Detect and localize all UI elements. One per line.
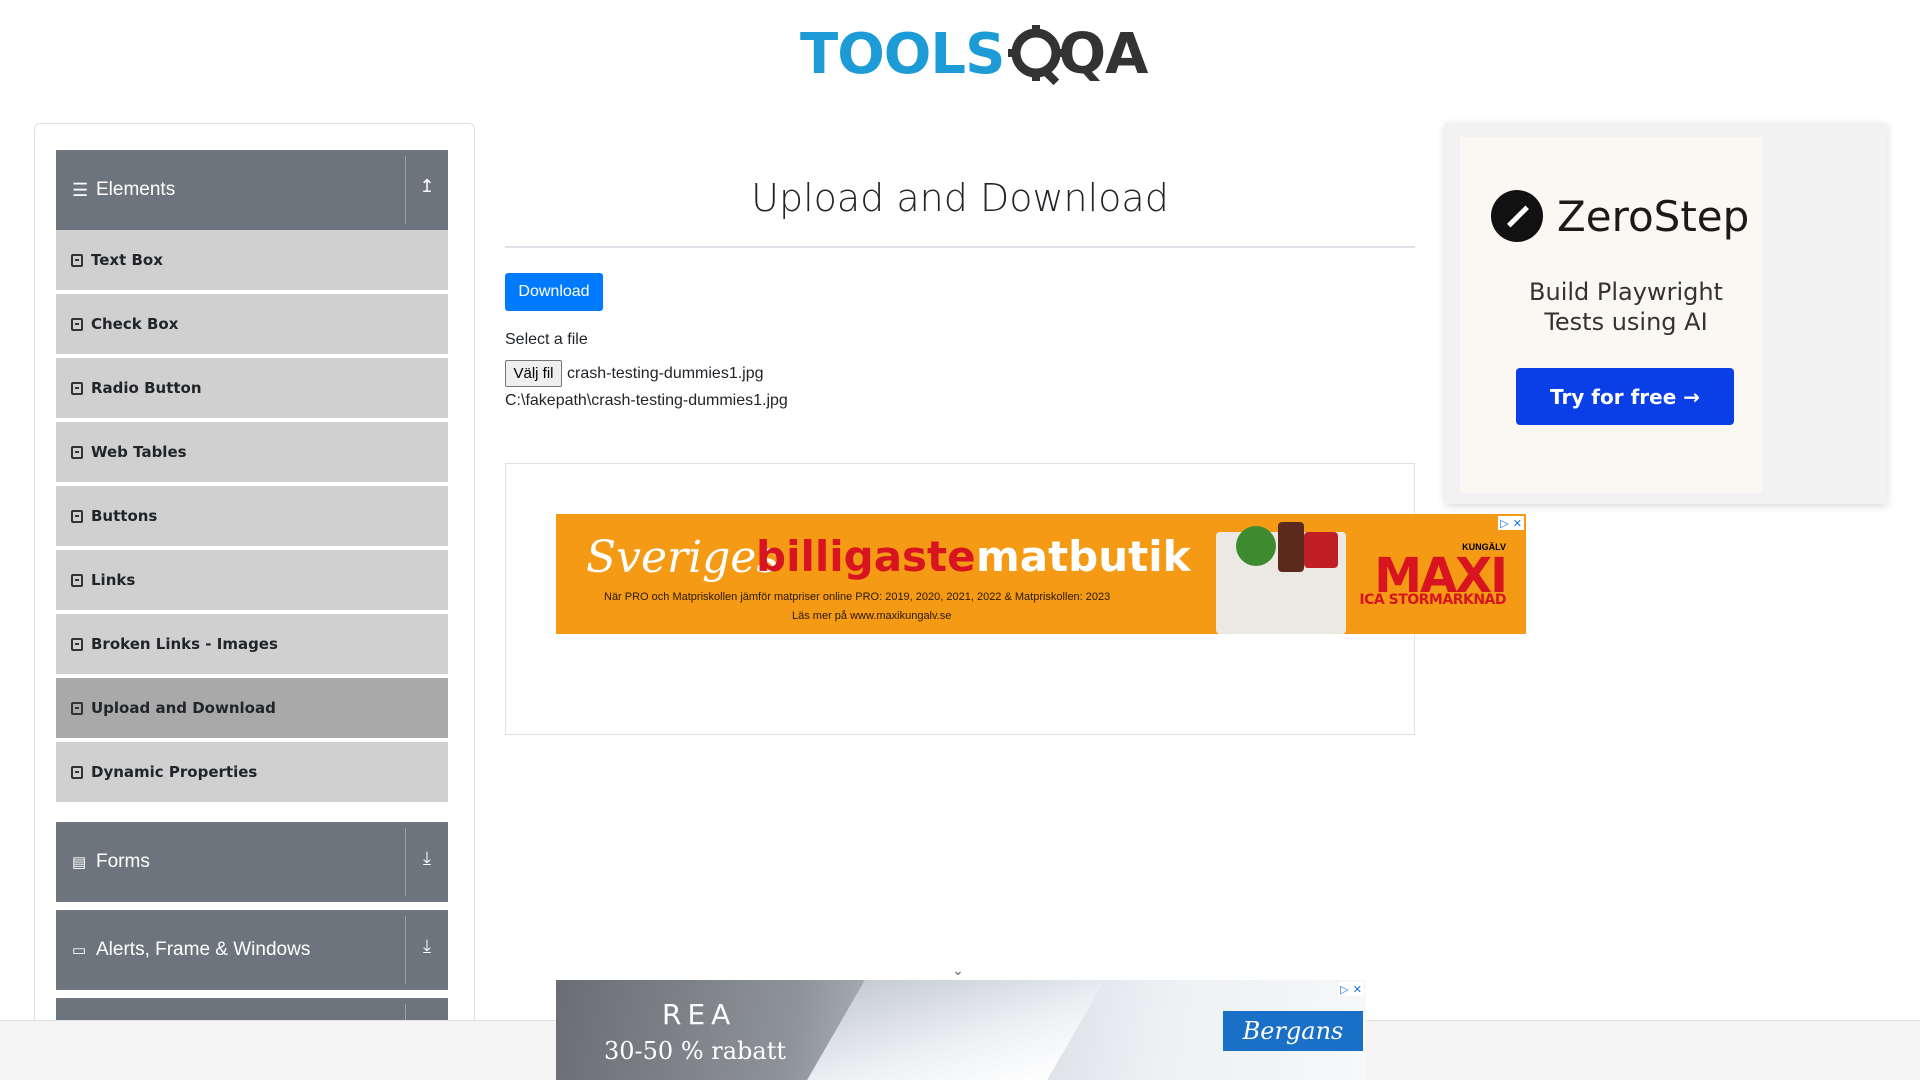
sidebar-item-label: Upload and Download xyxy=(91,699,276,717)
group-header-alerts[interactable]: ▭ Alerts, Frame & Windows ⤓ xyxy=(56,910,448,990)
window-icon: ▭ xyxy=(72,942,87,959)
item-icon xyxy=(71,701,83,715)
tagline-line-2: Tests using AI xyxy=(1544,308,1708,336)
title-divider xyxy=(505,246,1415,248)
group-label: Alerts, Frame & Windows xyxy=(96,939,311,960)
sidebar-item-web-tables[interactable]: Web Tables xyxy=(56,422,448,484)
sidebar-item-check-box[interactable]: Check Box xyxy=(56,294,448,356)
selected-file-name: crash-testing-dummies1.jpg xyxy=(567,365,764,382)
select-file-label: Select a file xyxy=(505,331,588,348)
maxi-banner-ad[interactable]: Sveriges billigaste matbutik När PRO och… xyxy=(556,514,1526,634)
sidebar-item-radio-button[interactable]: Radio Button xyxy=(56,358,448,420)
package-image xyxy=(1304,532,1338,568)
sidebar-item-label: Buttons xyxy=(91,507,158,525)
sidebar-item-label: Radio Button xyxy=(91,379,202,397)
adchoices-play-icon: ▷ xyxy=(1340,983,1349,996)
left-panel: ☰ Elements ↥ Text Box Check Box Radio Bu… xyxy=(34,123,475,1080)
sidebar-item-label: Dynamic Properties xyxy=(91,763,258,781)
sidebar-item-label: Text Box xyxy=(91,251,163,269)
ski-slope-image xyxy=(807,980,1105,1080)
grocery-bag-image xyxy=(1216,522,1346,634)
group-header-forms[interactable]: ▤ Forms ⤓ xyxy=(56,822,448,902)
sidebar-item-dynamic-properties[interactable]: Dynamic Properties xyxy=(56,742,448,804)
expand-arrow-icon[interactable]: ⤓ xyxy=(416,848,438,874)
ad-headline-2: billigaste xyxy=(756,532,976,581)
chevron-down-icon[interactable]: ⌄ xyxy=(950,962,966,978)
adchoices-play-icon: ▷ xyxy=(1500,517,1509,530)
uploaded-file-path: C:\fakepath\crash-testing-dummies1.jpg xyxy=(505,392,788,409)
ad-subtitle: 30-50 % rabatt xyxy=(604,1037,786,1065)
ad-tagline: Build Playwright Tests using AI xyxy=(1460,277,1792,337)
sidebar-item-label: Links xyxy=(91,571,136,589)
group-label: Elements xyxy=(96,179,176,200)
zerostep-mark-icon xyxy=(1491,190,1543,242)
divider xyxy=(405,828,406,896)
form-icon: ▤ xyxy=(72,854,87,871)
zerostep-ad[interactable]: ZeroStep Build Playwright Tests using AI… xyxy=(1445,123,1887,504)
adchoices-icon[interactable]: ▷ ✕ xyxy=(1498,516,1524,530)
sidebar-item-broken-links[interactable]: Broken Links - Images xyxy=(56,614,448,676)
divider xyxy=(405,156,406,224)
group-header-elements[interactable]: ☰ Elements ↥ xyxy=(56,150,448,230)
logo-qa-text: QA xyxy=(1058,21,1148,87)
ad-headline-1: Sveriges xyxy=(586,532,779,583)
site-logo[interactable]: TOOLS QA xyxy=(800,14,1148,94)
zerostep-logo: ZeroStep xyxy=(1491,190,1749,242)
item-icon xyxy=(71,445,83,459)
item-icon xyxy=(71,765,83,779)
expand-arrow-icon[interactable]: ⤓ xyxy=(416,936,438,962)
item-icon xyxy=(71,637,83,651)
sidebar-item-label: Broken Links - Images xyxy=(91,635,278,653)
item-icon xyxy=(71,317,83,331)
ad-headline-3: matbutik xyxy=(976,532,1191,581)
sidebar-item-upload-download[interactable]: Upload and Download xyxy=(56,678,448,740)
item-icon xyxy=(71,573,83,587)
bergans-banner-ad[interactable]: REA 30-50 % rabatt Bergans ▷ ✕ xyxy=(556,980,1366,1080)
ad-fineprint-1: När PRO och Matpriskollen jämför matpris… xyxy=(604,591,1111,603)
ad-fineprint-2: Läs mer på www.maxikungalv.se xyxy=(792,610,952,622)
download-button[interactable]: Download xyxy=(505,273,603,311)
ad-title: REA xyxy=(662,998,737,1031)
group-label: Forms xyxy=(96,851,150,872)
item-icon xyxy=(71,381,83,395)
adchoices-icon[interactable]: ▷ ✕ xyxy=(1338,982,1364,996)
sidebar-item-label: Check Box xyxy=(91,315,179,333)
sidebar-item-text-box[interactable]: Text Box xyxy=(56,230,448,292)
item-icon xyxy=(71,253,83,267)
sidebar-item-buttons[interactable]: Buttons xyxy=(56,486,448,548)
ad-card: ZeroStep Build Playwright Tests using AI… xyxy=(1460,137,1762,493)
sidebar-item-label: Web Tables xyxy=(91,443,187,461)
choose-file-button[interactable]: Välj fil xyxy=(505,360,562,387)
tagline-line-1: Build Playwright xyxy=(1529,278,1723,306)
logo-tools-text: TOOLS xyxy=(800,21,1005,87)
bergans-logo: Bergans xyxy=(1223,1011,1363,1051)
divider xyxy=(405,916,406,984)
try-for-free-button[interactable]: Try for free → xyxy=(1516,368,1734,425)
collapse-arrow-icon[interactable]: ↥ xyxy=(416,176,438,202)
vegetables-image xyxy=(1236,526,1276,566)
item-icon xyxy=(71,509,83,523)
close-icon[interactable]: ✕ xyxy=(1513,517,1522,530)
bottle-image xyxy=(1278,522,1304,572)
zerostep-name: ZeroStep xyxy=(1557,191,1750,241)
sidebar-item-links[interactable]: Links xyxy=(56,550,448,612)
close-icon[interactable]: ✕ xyxy=(1353,983,1362,996)
page-title: Upload and Download xyxy=(751,176,1169,220)
hamburger-icon: ☰ xyxy=(72,179,89,200)
ica-logo: ICA STORMARKNAD xyxy=(1359,592,1506,608)
